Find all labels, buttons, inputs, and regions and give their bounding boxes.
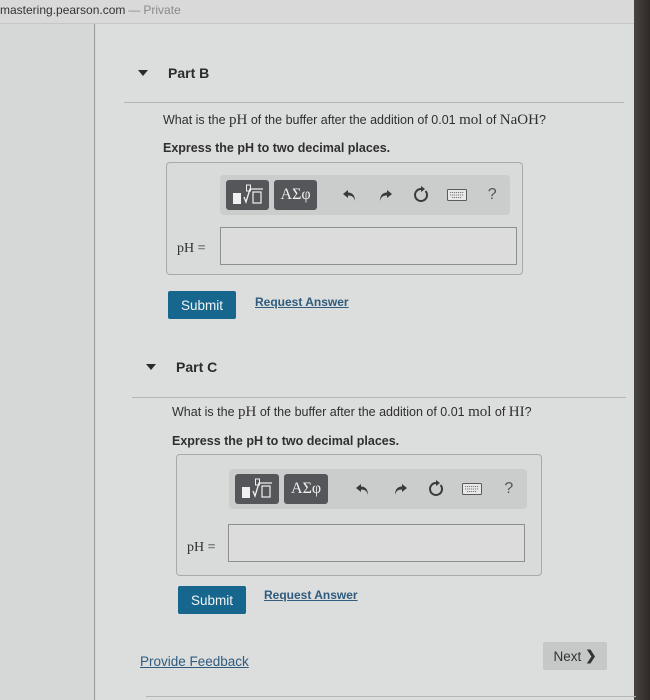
reset-icon xyxy=(429,480,444,496)
footer-divider xyxy=(146,696,636,697)
reset-button[interactable] xyxy=(403,180,439,210)
undo-icon xyxy=(356,484,369,495)
part-b-answer-label: pH = xyxy=(177,241,206,256)
collapse-caret-icon xyxy=(146,364,156,370)
help-button[interactable]: ? xyxy=(474,180,510,210)
part-b-title: Part B xyxy=(168,65,210,81)
private-mode-label: Private xyxy=(143,3,181,17)
url-host: mastering.pearson.com xyxy=(0,3,126,17)
templates-root-icon xyxy=(232,184,263,204)
monitor-bezel xyxy=(634,0,650,700)
collapse-caret-icon xyxy=(138,70,148,76)
part-b-divider xyxy=(124,102,624,103)
reset-button[interactable] xyxy=(418,474,454,504)
part-c-answer-label: pH = xyxy=(187,540,216,555)
help-button[interactable]: ? xyxy=(491,474,527,504)
part-b-submit-button[interactable]: Submit xyxy=(168,291,236,319)
part-c-submit-button[interactable]: Submit xyxy=(178,586,246,614)
chevron-right-icon: ❯ xyxy=(585,648,597,663)
redo-button[interactable] xyxy=(381,474,417,504)
part-c-answer-box: ΑΣφ ? pH = xyxy=(176,454,542,576)
undo-button[interactable] xyxy=(332,180,368,210)
part-b-request-answer-link[interactable]: Request Answer xyxy=(255,295,349,309)
part-c-header[interactable]: Part C xyxy=(146,349,217,385)
part-b-instruction: Express the pH to two decimal places. xyxy=(163,141,391,155)
provide-feedback-link[interactable]: Provide Feedback xyxy=(140,654,249,669)
keyboard-icon xyxy=(446,189,467,201)
undo-icon xyxy=(342,190,355,201)
greek-symbols-button[interactable]: ΑΣφ xyxy=(284,474,329,504)
left-gutter xyxy=(0,24,95,700)
part-b-question: What is the pH of the buffer after the a… xyxy=(163,112,546,128)
part-c-divider xyxy=(132,397,626,398)
redo-icon xyxy=(380,190,393,201)
part-b-math-toolbar: ΑΣφ ? xyxy=(220,175,510,215)
keyboard-button[interactable] xyxy=(439,180,475,210)
templates-root-icon xyxy=(242,478,273,498)
part-c-question: What is the pH of the buffer after the a… xyxy=(172,404,532,420)
part-b-ph-input[interactable] xyxy=(220,227,517,265)
part-c-title: Part C xyxy=(176,359,218,375)
browser-address-bar[interactable]: mastering.pearson.com — Private xyxy=(0,0,650,24)
keyboard-icon xyxy=(462,483,483,495)
assignment-page: Part B What is the pH of the buffer afte… xyxy=(96,24,636,700)
part-c-math-toolbar: ΑΣφ ? xyxy=(229,469,527,509)
part-c-instruction: Express the pH to two decimal places. xyxy=(172,434,400,448)
keyboard-button[interactable] xyxy=(454,474,490,504)
part-b-header[interactable]: Part B xyxy=(138,55,209,91)
url-separator: — xyxy=(128,3,141,17)
part-c-ph-input[interactable] xyxy=(228,524,525,562)
redo-button[interactable] xyxy=(368,180,404,210)
next-button[interactable]: Next ❯ xyxy=(543,642,607,670)
greek-symbols-button[interactable]: ΑΣφ xyxy=(274,180,318,210)
templates-button[interactable] xyxy=(226,180,270,210)
templates-button[interactable] xyxy=(235,474,280,504)
next-label: Next xyxy=(553,648,582,664)
undo-button[interactable] xyxy=(345,474,381,504)
part-b-answer-box: ΑΣφ ? pH = xyxy=(166,162,523,275)
redo-icon xyxy=(394,484,407,495)
reset-icon xyxy=(414,186,429,202)
part-c-request-answer-link[interactable]: Request Answer xyxy=(264,588,358,602)
